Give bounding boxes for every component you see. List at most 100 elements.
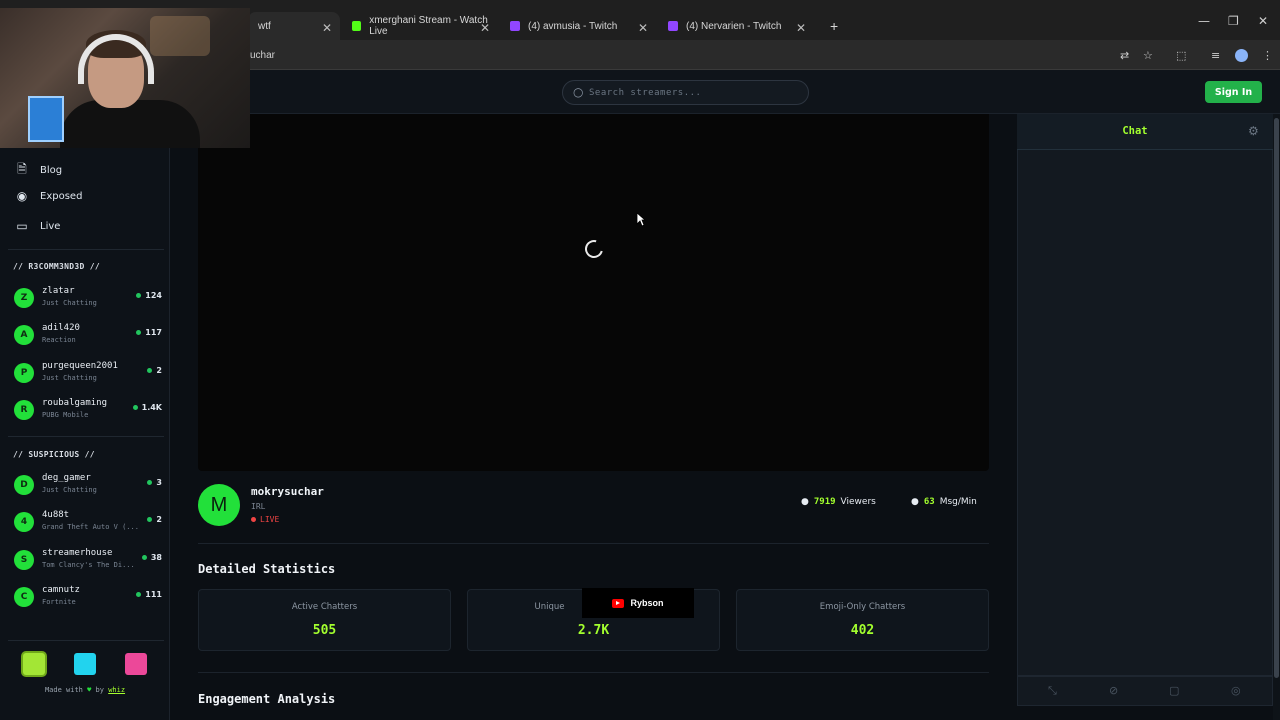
close-window-button[interactable]: ✕ bbox=[1258, 14, 1268, 28]
video-player[interactable] bbox=[198, 114, 989, 471]
settings-icon[interactable]: ◎ bbox=[1231, 684, 1241, 697]
person-body bbox=[60, 100, 200, 148]
viewer-count-value: 1.4K bbox=[141, 403, 162, 412]
browser-tab-kick[interactable]: xmerghani Stream - Watch Live ✕ bbox=[342, 12, 498, 40]
menu-kebab-icon[interactable]: ⋮ bbox=[1262, 49, 1273, 62]
kick-favicon-icon bbox=[352, 21, 362, 31]
close-tab-icon[interactable]: ✕ bbox=[796, 21, 806, 35]
live-status: LIVE bbox=[251, 515, 279, 524]
browser-tab-twitch-nervarien[interactable]: (4) Nervarien - Twitch ✕ bbox=[658, 12, 814, 40]
content-divider bbox=[198, 672, 989, 673]
youtube-overlay-badge: Rybson bbox=[582, 588, 694, 618]
streamer-game: Grand Theft Auto V (... bbox=[42, 523, 138, 531]
stat-card-emoji-only-chatters: Emoji-Only Chatters 402 bbox=[736, 589, 989, 651]
stat-card-value: 402 bbox=[850, 623, 875, 638]
theme-swatch-green[interactable] bbox=[23, 653, 45, 675]
close-tab-icon[interactable]: ✕ bbox=[480, 21, 490, 35]
theme-swatch-pink[interactable] bbox=[125, 653, 147, 675]
stat-card-label: Emoji-Only Chatters bbox=[819, 602, 906, 612]
stat-card-value: 2.7K bbox=[577, 623, 610, 638]
avatar: R bbox=[14, 400, 34, 420]
recommended-streamer-adil420[interactable]: A adil420 Reaction 117 bbox=[14, 321, 162, 351]
browser-tab-twitch-avmusia[interactable]: (4) avmusia - Twitch ✕ bbox=[500, 12, 656, 40]
content-divider bbox=[198, 543, 989, 544]
address-text[interactable]: uchar bbox=[250, 50, 275, 61]
viewer-count: 111 bbox=[136, 590, 162, 599]
minimize-button[interactable]: — bbox=[1198, 14, 1210, 28]
streamer-game: Reaction bbox=[42, 336, 76, 344]
recommended-streamer-purgequeen2001[interactable]: P purgequeen2001 Just Chatting 2 bbox=[14, 359, 162, 389]
media-icon[interactable]: ≡ bbox=[1211, 49, 1220, 62]
suspicious-heading: // SUSPICIOUS // bbox=[13, 450, 95, 459]
viewer-count: 124 bbox=[136, 291, 162, 300]
window-icon[interactable]: ▢ bbox=[1169, 684, 1179, 697]
viewers-label: Viewers bbox=[840, 497, 876, 507]
live-dot-icon bbox=[147, 517, 153, 522]
eye-icon: ◉ bbox=[16, 189, 28, 203]
avatar: 4 bbox=[14, 512, 34, 532]
sidebar-item-blog[interactable]: 🗎 Blog bbox=[14, 160, 62, 181]
msg-rate-label: Msg/Min bbox=[939, 497, 977, 507]
viewer-count-value: 111 bbox=[145, 590, 162, 599]
suspicious-streamer-streamerhouse[interactable]: S streamerhouse Tom Clancy's The Di... 3… bbox=[14, 546, 162, 576]
browser-tab-label: (4) avmusia - Twitch bbox=[528, 20, 618, 32]
chat-bubble-icon: ● bbox=[911, 497, 919, 507]
close-tab-icon[interactable]: ✕ bbox=[322, 21, 332, 35]
viewer-count-value: 38 bbox=[150, 553, 162, 562]
sidebar-item-exposed[interactable]: ◉ Exposed bbox=[14, 189, 83, 203]
stat-card-label: Active Chatters bbox=[291, 602, 358, 612]
scrollbar-thumb[interactable] bbox=[1274, 118, 1279, 678]
avatar: A bbox=[14, 325, 34, 345]
recommended-streamer-zlatar[interactable]: Z zlatar Just Chatting 124 bbox=[14, 284, 162, 314]
suspicious-streamer-4u88t[interactable]: 4 4u88t Grand Theft Auto V (... 2 bbox=[14, 508, 162, 538]
browser-tab-active[interactable]: wtf ✕ bbox=[248, 12, 340, 40]
page-scrollbar[interactable] bbox=[1273, 114, 1280, 720]
streamer-name: 4u88t bbox=[42, 510, 70, 520]
live-dot-icon bbox=[136, 293, 142, 298]
chat-title: Chat bbox=[1122, 125, 1148, 137]
stat-card-active-chatters: Active Chatters 505 bbox=[198, 589, 451, 651]
new-tab-button[interactable]: + bbox=[820, 12, 840, 40]
sidebar-divider bbox=[8, 249, 164, 250]
msg-rate-value: 63 bbox=[923, 497, 935, 507]
streamer-name: roubalgaming bbox=[42, 398, 108, 408]
live-dot-icon bbox=[147, 368, 153, 373]
viewers-stat: ● 7919 Viewers bbox=[801, 497, 876, 507]
channel-category: IRL bbox=[251, 502, 266, 511]
search-box[interactable]: ○ bbox=[562, 80, 809, 105]
extensions-icon[interactable]: ⬚ bbox=[1176, 49, 1186, 62]
streamer-game: Fortnite bbox=[42, 598, 76, 606]
viewers-value: 7919 bbox=[813, 497, 836, 507]
sidebar-item-live[interactable]: ▭ Live bbox=[14, 219, 60, 233]
translate-icon[interactable]: ⇄ bbox=[1120, 49, 1129, 62]
viewer-count: 3 bbox=[147, 478, 162, 487]
avatar: Z bbox=[14, 288, 34, 308]
close-tab-icon[interactable]: ✕ bbox=[638, 21, 648, 35]
hide-icon[interactable]: ⊘ bbox=[1109, 684, 1118, 697]
recommended-streamer-roubalgaming[interactable]: R roubalgaming PUBG Mobile 1.4K bbox=[14, 396, 162, 426]
footer-credit: Made with ♥ by whiz bbox=[0, 686, 170, 694]
streamer-game: Just Chatting bbox=[42, 374, 97, 382]
viewer-count: 117 bbox=[136, 328, 162, 337]
heart-icon: ♥ bbox=[87, 686, 92, 694]
sidebar-item-label: Live bbox=[40, 220, 61, 232]
star-icon[interactable]: ☆ bbox=[1143, 49, 1153, 62]
suspicious-streamer-camnutz[interactable]: C camnutz Fortnite 111 bbox=[14, 583, 162, 613]
mouse-cursor-icon bbox=[636, 212, 646, 227]
collapse-icon[interactable]: ⤡ bbox=[1048, 684, 1057, 698]
suspicious-streamer-deg-gamer[interactable]: D deg_gamer Just Chatting 3 bbox=[14, 471, 162, 501]
viewer-count: 38 bbox=[141, 553, 162, 562]
viewer-count: 2 bbox=[147, 515, 162, 524]
youtube-icon bbox=[612, 598, 625, 608]
sidebar-divider bbox=[8, 436, 164, 437]
live-status-label: LIVE bbox=[260, 515, 280, 524]
credit-author-link[interactable]: whiz bbox=[108, 686, 125, 694]
restore-button[interactable]: ❐ bbox=[1228, 14, 1239, 28]
theme-swatch-cyan[interactable] bbox=[74, 653, 96, 675]
search-input[interactable] bbox=[589, 84, 799, 102]
sign-in-button[interactable]: Sign In bbox=[1205, 81, 1262, 103]
gear-icon[interactable]: ⚙ bbox=[1248, 124, 1259, 138]
tv-icon: ▭ bbox=[16, 219, 28, 233]
profile-avatar[interactable] bbox=[1235, 49, 1248, 62]
recommended-heading: // R3COMM3ND3D // bbox=[13, 262, 100, 271]
